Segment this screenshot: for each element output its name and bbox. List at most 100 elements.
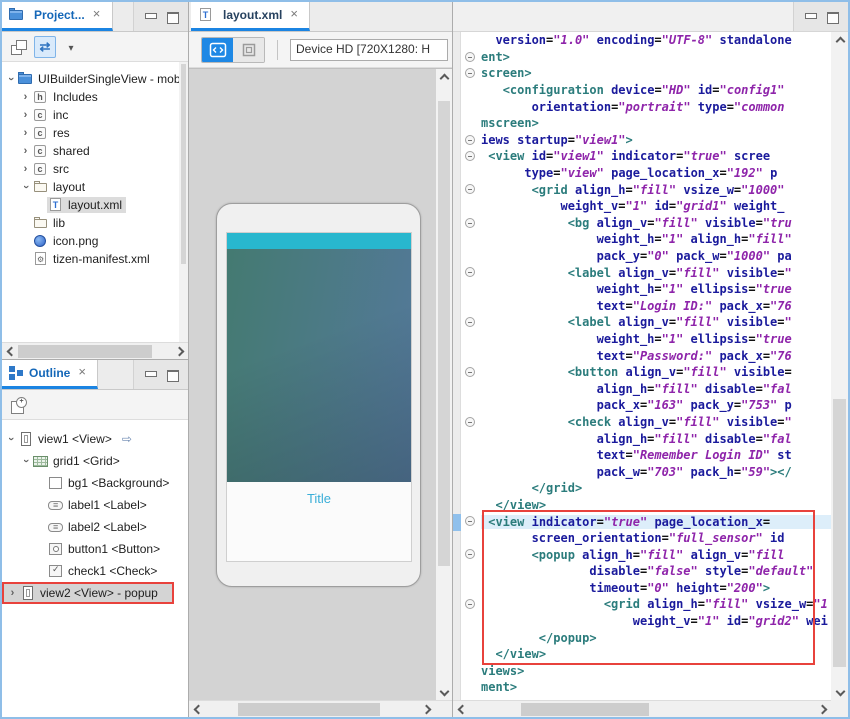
scroll-right-icon[interactable] bbox=[816, 702, 831, 717]
fold-gutter[interactable] bbox=[461, 181, 481, 198]
code-line[interactable]: <grid align_h="fill" vsize_w="1000" bbox=[461, 181, 848, 198]
code-line[interactable]: disable="false" style="default" bbox=[461, 563, 848, 580]
code-line[interactable]: <grid align_h="fill" vsize_w="1 bbox=[461, 596, 848, 613]
code-line[interactable]: </grid> bbox=[461, 480, 848, 497]
code-line[interactable]: iews startup="view1"> bbox=[461, 132, 848, 149]
tree-item[interactable]: view2 <View> - popup bbox=[2, 582, 174, 604]
fold-gutter[interactable] bbox=[461, 513, 481, 530]
go-to-view-icon[interactable]: ⇨ bbox=[122, 432, 132, 446]
code-line[interactable]: type="view" page_location_x="192" p bbox=[461, 165, 848, 182]
canvas-hscroll-thumb[interactable] bbox=[238, 703, 380, 716]
scroll-right-icon[interactable] bbox=[420, 702, 435, 717]
fold-collapse-icon[interactable] bbox=[465, 218, 475, 228]
code-line[interactable]: align_h="fill" disable="fal bbox=[461, 380, 848, 397]
canvas-vscroll-thumb[interactable] bbox=[438, 101, 450, 566]
tree-item[interactable]: label2 <Label> bbox=[2, 516, 188, 538]
code-line[interactable]: <button align_v="fill" visible= bbox=[461, 364, 848, 381]
scroll-left-icon[interactable] bbox=[453, 702, 468, 717]
fold-gutter[interactable] bbox=[461, 364, 481, 381]
code-line[interactable]: </view> bbox=[461, 646, 848, 663]
fold-gutter[interactable] bbox=[461, 148, 481, 165]
fold-collapse-icon[interactable] bbox=[465, 184, 475, 194]
source-view-button[interactable] bbox=[202, 38, 233, 62]
canvas-hscroll[interactable] bbox=[189, 700, 452, 717]
minimize-icon[interactable] bbox=[804, 11, 816, 22]
chevron-collapsed-icon[interactable] bbox=[19, 109, 32, 121]
project-hscroll-thumb[interactable] bbox=[18, 345, 152, 358]
fold-gutter[interactable] bbox=[461, 264, 481, 281]
code-line[interactable]: pack_y="0" pack_w="1000" pa bbox=[461, 248, 848, 265]
chevron-collapsed-icon[interactable] bbox=[19, 91, 32, 103]
code-line[interactable]: pack_x="163" pack_y="753" p bbox=[461, 397, 848, 414]
close-icon[interactable] bbox=[289, 9, 301, 21]
fold-gutter[interactable] bbox=[461, 596, 481, 613]
tree-item[interactable]: lib bbox=[2, 214, 188, 232]
minimize-icon[interactable] bbox=[144, 11, 156, 22]
tree-item[interactable]: res bbox=[2, 124, 188, 142]
fold-collapse-icon[interactable] bbox=[465, 135, 475, 145]
fold-collapse-icon[interactable] bbox=[465, 367, 475, 377]
code-line[interactable]: <label align_v="fill" visible=" bbox=[461, 264, 848, 281]
phone-screen[interactable]: Title bbox=[226, 232, 412, 562]
chevron-expanded-icon[interactable] bbox=[4, 433, 17, 445]
code-line[interactable]: weight_h="1" align_h="fill" bbox=[461, 231, 848, 248]
fold-collapse-icon[interactable] bbox=[465, 417, 475, 427]
code-line[interactable]: <view indicator="true" page_location_x= bbox=[461, 513, 848, 530]
code-line[interactable]: views> bbox=[461, 663, 848, 680]
tree-item[interactable]: check1 <Check> bbox=[2, 560, 188, 582]
tree-item[interactable]: layout bbox=[2, 178, 188, 196]
code-line[interactable]: text="Login ID:" pack_x="76 bbox=[461, 298, 848, 315]
code-line[interactable]: timeout="0" height="200"> bbox=[461, 580, 848, 597]
chevron-expanded-icon[interactable] bbox=[19, 455, 32, 467]
code-line[interactable]: <view id="view1" indicator="true" scree bbox=[461, 148, 848, 165]
project-vscroll-thumb[interactable] bbox=[181, 64, 186, 264]
fold-collapse-icon[interactable] bbox=[465, 151, 475, 161]
tree-item[interactable]: bg1 <Background> bbox=[2, 472, 188, 494]
view-menu-button[interactable] bbox=[60, 36, 82, 58]
tree-item[interactable]: shared bbox=[2, 142, 188, 160]
code-line[interactable]: orientation="portrait" type="common bbox=[461, 98, 848, 115]
code-line[interactable]: mscreen> bbox=[461, 115, 848, 132]
tab-outline[interactable]: Outline bbox=[2, 360, 98, 389]
fold-gutter[interactable] bbox=[461, 314, 481, 331]
tree-item[interactable]: tizen-manifest.xml bbox=[2, 250, 188, 268]
tree-item[interactable]: view1 <View>⇨ bbox=[2, 428, 188, 450]
code-line[interactable]: screen> bbox=[461, 65, 848, 82]
editor-vscroll-thumb[interactable] bbox=[833, 399, 846, 666]
code-line[interactable]: </popup> bbox=[461, 629, 848, 646]
code-line[interactable]: weight_v="1" id="grid2" wei bbox=[461, 613, 848, 630]
xml-editor[interactable]: version="1.0" encoding="UTF-8" standalon… bbox=[453, 32, 848, 700]
tree-item[interactable]: UIBuilderSingleView - mobile bbox=[2, 70, 188, 88]
maximize-icon[interactable] bbox=[166, 369, 178, 380]
code-line[interactable]: weight_h="1" ellipsis="true bbox=[461, 281, 848, 298]
code-line[interactable]: screen_orientation="full_sensor" id bbox=[461, 530, 848, 547]
tab-layout-xml[interactable]: layout.xml bbox=[191, 2, 310, 31]
fold-collapse-icon[interactable] bbox=[465, 516, 475, 526]
code-area[interactable]: version="1.0" encoding="UTF-8" standalon… bbox=[461, 32, 848, 700]
design-canvas[interactable]: Title bbox=[189, 68, 452, 700]
code-line[interactable]: <popup align_h="fill" align_v="fill bbox=[461, 546, 848, 563]
fold-gutter[interactable] bbox=[461, 546, 481, 563]
scroll-up-icon[interactable] bbox=[436, 69, 451, 84]
editor-hscroll[interactable] bbox=[453, 700, 848, 717]
code-line[interactable]: weight_h="1" ellipsis="true bbox=[461, 331, 848, 348]
scroll-down-icon[interactable] bbox=[436, 685, 451, 700]
tree-item[interactable]: button1 <Button> bbox=[2, 538, 188, 560]
select-popup-button[interactable] bbox=[8, 394, 30, 416]
chevron-collapsed-icon[interactable] bbox=[19, 163, 32, 175]
fold-gutter[interactable] bbox=[461, 215, 481, 232]
scroll-left-icon[interactable] bbox=[2, 344, 17, 359]
code-line[interactable]: <label align_v="fill" visible=" bbox=[461, 314, 848, 331]
editor-vscroll[interactable] bbox=[831, 32, 848, 700]
code-line[interactable]: align_h="fill" disable="fal bbox=[461, 430, 848, 447]
code-line[interactable]: text="Password:" pack_x="76 bbox=[461, 347, 848, 364]
collapse-all-button[interactable] bbox=[8, 36, 30, 58]
fold-gutter[interactable] bbox=[461, 49, 481, 66]
fold-gutter[interactable] bbox=[461, 65, 481, 82]
fold-collapse-icon[interactable] bbox=[465, 549, 475, 559]
fold-collapse-icon[interactable] bbox=[465, 68, 475, 78]
close-icon[interactable] bbox=[92, 9, 104, 21]
code-line[interactable]: pack_w="703" pack_h="59"></ bbox=[461, 463, 848, 480]
close-icon[interactable] bbox=[77, 367, 89, 379]
tab-project-explorer[interactable]: Project... bbox=[2, 2, 113, 31]
